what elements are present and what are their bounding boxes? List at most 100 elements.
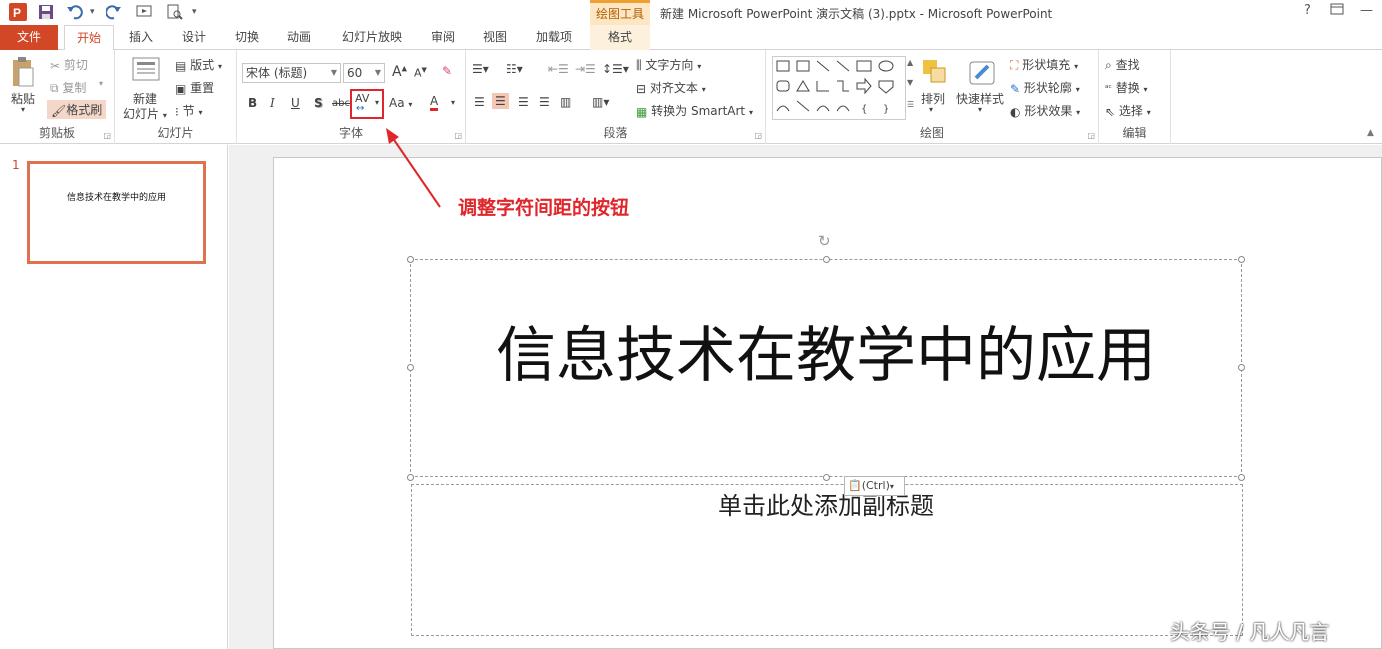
slide-number: 1 (12, 158, 20, 172)
drawing-launcher-icon[interactable]: ◲ (1087, 131, 1095, 140)
select-button[interactable]: ⇖ 选择 ▾ (1105, 102, 1151, 119)
align-right-icon[interactable]: ☰ (518, 95, 529, 109)
text-shadow-button[interactable]: S (314, 96, 323, 110)
paste-options-button[interactable]: 📋(Ctrl)▾ (844, 476, 905, 496)
font-color-dropdown-icon[interactable]: ▾ (451, 98, 455, 107)
columns-icon[interactable]: ▥▾ (592, 95, 609, 109)
minimize-icon[interactable]: — (1360, 3, 1373, 18)
save-icon[interactable] (38, 4, 54, 24)
resize-handle[interactable] (407, 256, 414, 263)
justify-icon[interactable]: ☰ (539, 95, 550, 109)
align-text-button[interactable]: ⊟ 对齐文本 ▾ (636, 79, 706, 96)
change-case-button[interactable]: Aa ▾ (389, 96, 412, 110)
tab-review[interactable]: 审阅 (422, 25, 464, 50)
paste-dropdown-icon[interactable]: ▾ (21, 105, 25, 114)
shape-effects-button[interactable]: ◐ 形状效果 ▾ (1010, 102, 1080, 119)
tab-insert[interactable]: 插入 (120, 25, 162, 50)
gallery-scroll-up-icon[interactable]: ▲ (907, 58, 913, 67)
paste-icon[interactable] (10, 56, 36, 93)
quick-styles-icon[interactable] (966, 56, 998, 91)
new-slide-dropdown-icon: ▾ (162, 111, 167, 120)
clipboard-label: 剪贴板 (38, 126, 75, 140)
help-button[interactable]: ? (1304, 3, 1311, 18)
align-center-icon[interactable]: ☰ (492, 93, 509, 109)
tab-format[interactable]: 格式 (590, 25, 650, 50)
font-launcher-icon[interactable]: ◲ (454, 131, 462, 140)
arrange-dropdown-icon[interactable]: ▾ (929, 105, 933, 114)
decrease-indent-icon[interactable]: ⇤☰ (548, 62, 569, 76)
slide-title[interactable]: 信息技术在教学中的应用 (410, 318, 1242, 394)
font-size-select[interactable]: 60 ▼ (343, 63, 385, 83)
tab-slideshow[interactable]: 幻灯片放映 (333, 25, 411, 50)
ribbon-tabs: 文件 开始 插入 设计 切换 动画 幻灯片放映 审阅 视图 加载项 (0, 25, 1382, 51)
copy-button[interactable]: ⧉ 复制 (50, 79, 86, 96)
new-slide-label[interactable]: 幻灯片 ▾ (123, 105, 167, 122)
smartart-label: 转换为 SmartArt (651, 104, 746, 118)
tab-file[interactable]: 文件 (0, 25, 58, 50)
resize-handle[interactable] (1238, 256, 1245, 263)
gallery-scroll-down-icon[interactable]: ▼ (907, 78, 913, 87)
numbering-icon[interactable]: ☷▾ (506, 62, 523, 76)
resize-handle[interactable] (823, 474, 830, 481)
line-spacing-icon[interactable]: ↕☰▾ (602, 62, 629, 76)
subtitle-text[interactable]: 单击此处添加副标题 (410, 486, 1242, 521)
bold-button[interactable]: B (248, 96, 257, 110)
italic-button[interactable]: I (270, 96, 275, 110)
replace-button[interactable]: ᵃᶜ 替换 ▾ (1105, 79, 1148, 96)
character-spacing-button[interactable]: AV ↔ (355, 92, 369, 114)
font-color-button[interactable]: A (430, 94, 439, 111)
grow-font-icon[interactable]: A▲ (392, 64, 407, 80)
cut-label: 剪切 (63, 58, 88, 72)
shapes-gallery[interactable]: {} (772, 56, 906, 120)
arrange-icon[interactable] (921, 58, 947, 91)
ribbon-display-icon[interactable] (1330, 3, 1344, 19)
redo-icon[interactable] (105, 4, 122, 24)
shrink-font-icon[interactable]: A▼ (414, 66, 427, 80)
shape-outline-button[interactable]: ✎ 形状轮廓 ▾ (1010, 79, 1080, 96)
print-preview-icon[interactable] (166, 4, 184, 24)
resize-handle[interactable] (1238, 474, 1245, 481)
find-button[interactable]: ⌕ 查找 (1105, 56, 1140, 73)
font-name-select[interactable]: 宋体 (标题) ▼ (242, 63, 341, 83)
reset-button[interactable]: ▣ 重置 (175, 79, 214, 96)
character-spacing-dropdown-icon[interactable]: ▾ (375, 98, 379, 107)
text-direction-button[interactable]: ⫼ 文字方向 ▾ (636, 56, 701, 73)
align-left-icon[interactable]: ☰ (474, 95, 485, 109)
customize-toolbar-icon[interactable]: ▾ (192, 7, 197, 17)
svg-text:P: P (13, 6, 21, 20)
layout-button[interactable]: ▤ 版式 ▾ (175, 56, 222, 73)
slide-thumbnail-1[interactable]: 信息技术在教学中的应用 (27, 161, 206, 264)
clear-formatting-icon[interactable]: ✎ (442, 64, 452, 78)
new-slide-icon[interactable] (131, 56, 161, 87)
tab-home[interactable]: 开始 (64, 25, 114, 51)
copy-dropdown-icon[interactable]: ▾ (99, 79, 103, 88)
gallery-more-icon[interactable]: ☰ (907, 100, 914, 109)
tab-view[interactable]: 视图 (474, 25, 516, 50)
cut-button[interactable]: ✂ 剪切 (50, 56, 88, 73)
undo-dropdown-icon[interactable]: ▾ (90, 7, 95, 17)
slideshow-from-start-icon[interactable] (136, 4, 154, 24)
tab-transitions[interactable]: 切换 (226, 25, 268, 50)
resize-handle[interactable] (823, 256, 830, 263)
format-painter-button[interactable]: 🖌格式刷 (47, 100, 107, 119)
clipboard-launcher-icon[interactable]: ◲ (103, 131, 111, 140)
bullets-icon[interactable]: ☰▾ (472, 62, 489, 76)
underline-button[interactable]: U (291, 96, 300, 110)
distributed-icon[interactable]: ▥ (560, 95, 571, 109)
rotate-handle-icon[interactable]: ↻ (818, 232, 831, 250)
tab-animations[interactable]: 动画 (278, 25, 320, 50)
paintbrush-icon: 🖌 (51, 103, 67, 118)
tab-addins[interactable]: 加载项 (528, 25, 580, 50)
resize-handle[interactable] (407, 474, 414, 481)
quick-styles-dropdown-icon[interactable]: ▾ (978, 105, 982, 114)
paragraph-launcher-icon[interactable]: ◲ (754, 131, 762, 140)
strikethrough-button[interactable]: abc (332, 98, 350, 109)
increase-indent-icon[interactable]: ⇥☰ (575, 62, 596, 76)
smartart-button[interactable]: ▦ 转换为 SmartArt ▾ (636, 102, 753, 119)
undo-icon[interactable] (66, 4, 86, 24)
tab-design[interactable]: 设计 (172, 25, 216, 50)
collapse-ribbon-icon[interactable]: ▲ (1367, 128, 1374, 138)
section-button[interactable]: ⁝ 节 ▾ (175, 102, 203, 119)
change-case-label: Aa (389, 96, 405, 110)
shape-fill-button[interactable]: ⛶ 形状填充 ▾ (1010, 56, 1078, 73)
